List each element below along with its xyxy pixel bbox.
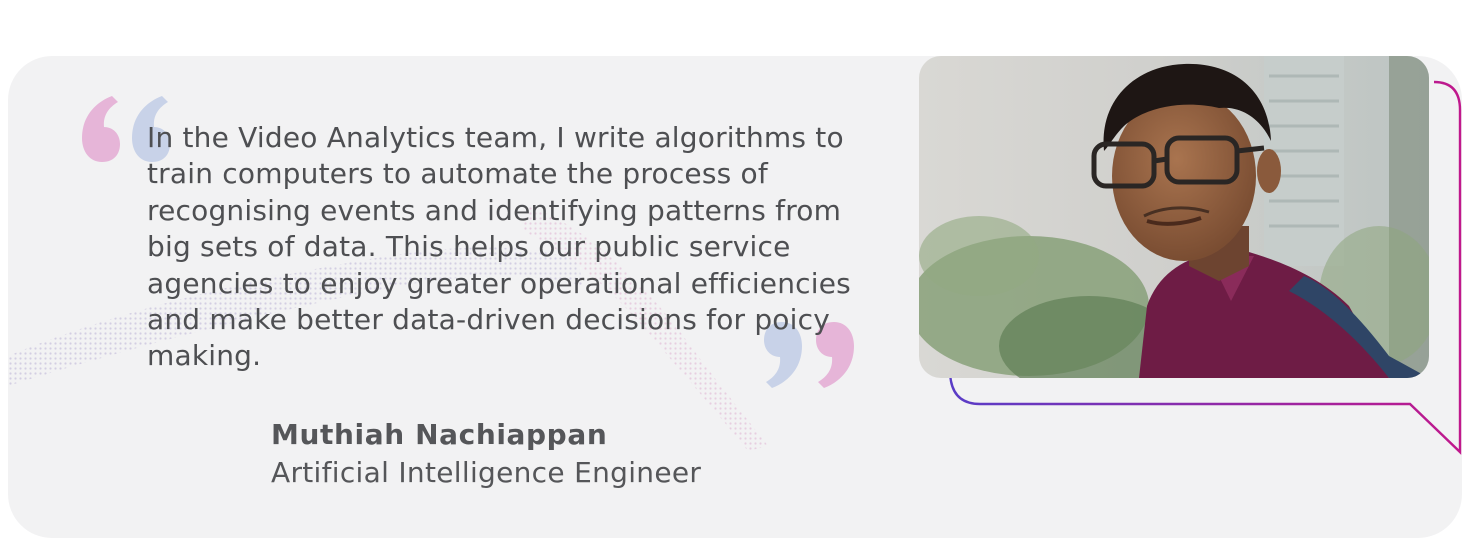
testimonial-quote: In the Video Analytics team, I write alg… — [147, 121, 851, 373]
person-role: Artificial Intelligence Engineer — [271, 456, 702, 489]
person-name: Muthiah Nachiappan — [271, 418, 608, 451]
portrait-photo — [919, 56, 1429, 378]
